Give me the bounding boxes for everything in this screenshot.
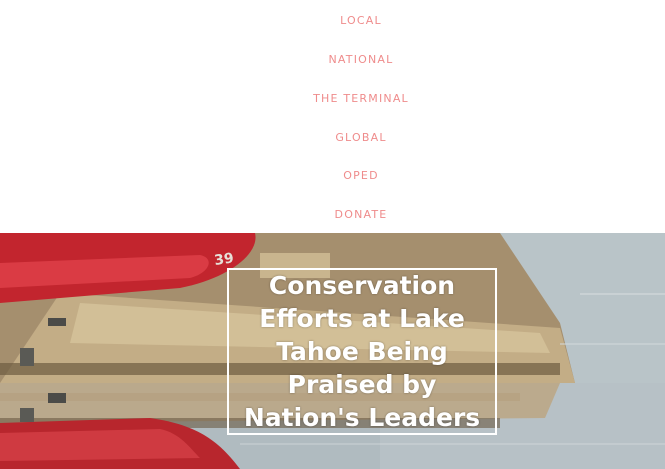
nav-item-donate[interactable]: DONATE [0,208,665,222]
article-headline[interactable]: Conservation Efforts at Lake Tahoe Being… [235,269,489,434]
main-navigation: LOCAL NATIONAL THE TERMINAL GLOBAL OPED … [0,0,665,233]
nav-item-national[interactable]: NATIONAL [0,53,665,67]
svg-text:39: 39 [213,250,235,269]
headline-frame[interactable]: Conservation Efforts at Lake Tahoe Being… [227,268,497,435]
nav-item-the-terminal[interactable]: THE TERMINAL [0,92,665,106]
nav-item-local[interactable]: LOCAL [0,14,665,28]
nav-item-global[interactable]: GLOBAL [0,131,665,145]
nav-item-oped[interactable]: OPED [0,169,665,183]
